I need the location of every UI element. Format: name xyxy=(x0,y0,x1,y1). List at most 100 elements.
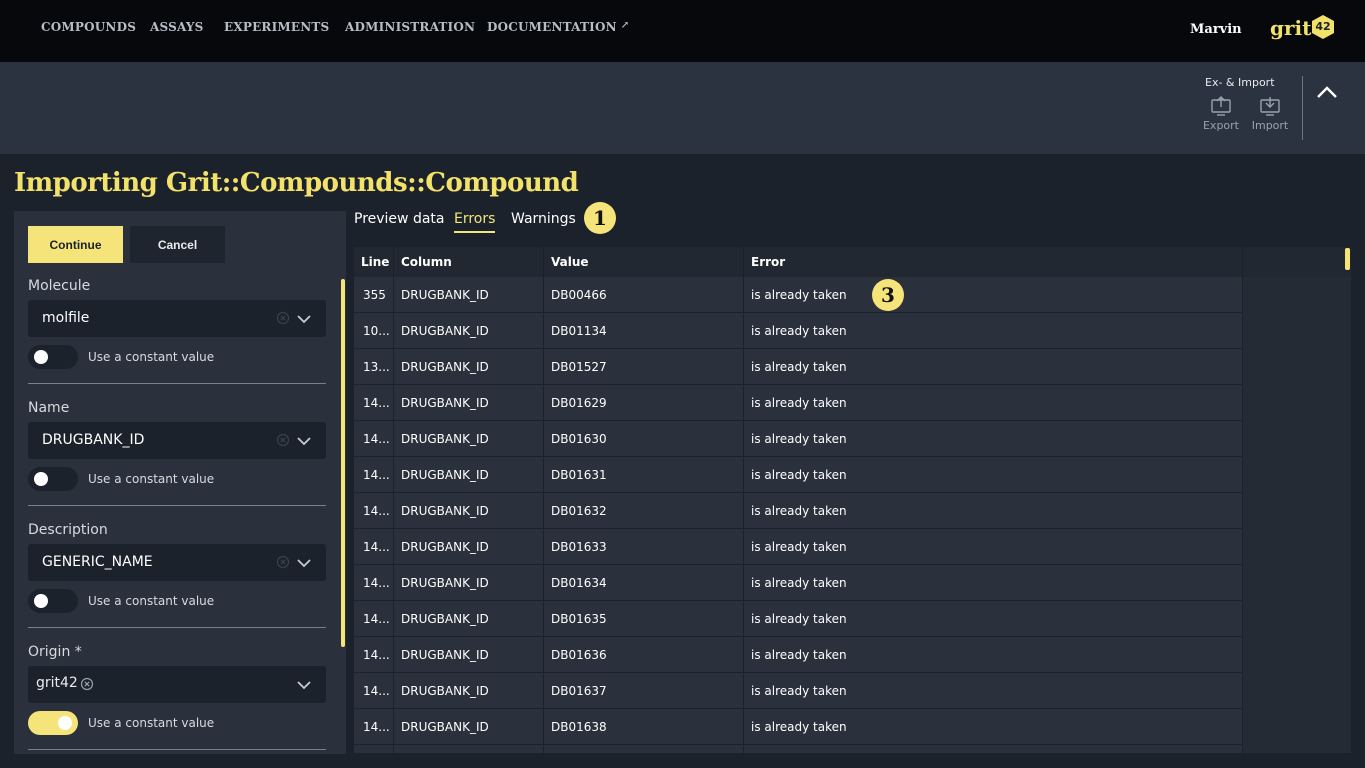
chevron-down-icon[interactable] xyxy=(296,555,312,571)
constant-toggle-origin[interactable] xyxy=(28,711,78,735)
column-divider xyxy=(1242,247,1243,753)
toggle-knob xyxy=(34,350,48,364)
table-row[interactable]: 14... DRUGBANK_ID DB01632 is already taken xyxy=(354,493,1242,529)
cell-column: DRUGBANK_ID xyxy=(401,540,489,554)
table-row[interactable]: 355 DRUGBANK_ID DB00466 is already taken xyxy=(354,277,1242,313)
chevron-down-icon[interactable] xyxy=(296,677,312,693)
select-value: molfile xyxy=(42,310,90,326)
tab-errors[interactable]: Errors xyxy=(454,211,496,233)
table-row[interactable]: 14... DRUGBANK_ID DB01637 is already taken xyxy=(354,673,1242,709)
toggle-knob xyxy=(58,716,72,730)
continue-button[interactable]: Continue xyxy=(28,226,123,263)
nav-compounds[interactable]: COMPOUNDS xyxy=(41,20,136,34)
clear-icon[interactable] xyxy=(276,555,290,569)
export-button[interactable]: Export xyxy=(1199,96,1243,132)
cell-error: is already taken xyxy=(751,468,847,482)
import-label: Import xyxy=(1251,119,1289,132)
table-row[interactable]: 10... DRUGBANK_ID DB01134 is already taken xyxy=(354,313,1242,349)
cell-line: 14... xyxy=(363,504,390,518)
divider xyxy=(28,627,326,628)
field-label-origin: Origin * xyxy=(28,644,82,660)
cell-value: DB01630 xyxy=(551,432,607,446)
cell-value: DB00466 xyxy=(551,288,607,302)
logo-text: grit xyxy=(1270,16,1312,40)
panel-scrollbar[interactable] xyxy=(341,279,345,647)
cell-line: 14... xyxy=(363,468,390,482)
nav-documentation-label: DOCUMENTATION xyxy=(487,20,617,34)
nav-documentation[interactable]: DOCUMENTATION ↗ xyxy=(487,20,629,34)
select-name[interactable]: DRUGBANK_ID xyxy=(28,422,326,459)
tab-preview-data[interactable]: Preview data xyxy=(354,211,444,227)
import-button[interactable]: Import xyxy=(1248,96,1292,132)
divider xyxy=(28,749,326,750)
chevron-down-icon[interactable] xyxy=(296,433,312,449)
origin-chip: grit42 xyxy=(36,675,78,691)
select-origin[interactable]: grit42 xyxy=(28,666,326,703)
column-header-error[interactable]: Error xyxy=(751,255,785,269)
nav-assays[interactable]: ASSAYS xyxy=(150,20,204,34)
cell-column: DRUGBANK_ID xyxy=(401,396,489,410)
cancel-button[interactable]: Cancel xyxy=(130,226,225,263)
cell-value: DB01631 xyxy=(551,468,607,482)
cell-value: DB01637 xyxy=(551,684,607,698)
column-header-column[interactable]: Column xyxy=(401,255,452,269)
chevron-down-icon[interactable] xyxy=(296,311,312,327)
field-label-molecule: Molecule xyxy=(28,278,91,294)
cell-error: is already taken xyxy=(751,720,847,734)
cell-value: DB01527 xyxy=(551,360,607,374)
constant-label: Use a constant value xyxy=(88,472,215,486)
cell-value: DB01635 xyxy=(551,612,607,626)
cell-column: DRUGBANK_ID xyxy=(401,720,489,734)
chevron-up-icon[interactable] xyxy=(1314,80,1340,104)
annotation-badge-1: 1 xyxy=(584,202,616,234)
external-link-icon: ↗ xyxy=(620,20,630,31)
cell-column: DRUGBANK_ID xyxy=(401,324,489,338)
constant-toggle-name[interactable] xyxy=(28,467,78,491)
cell-column: DRUGBANK_ID xyxy=(401,288,489,302)
table-row[interactable]: 14... DRUGBANK_ID DB01636 is already taken xyxy=(354,637,1242,673)
cell-column: DRUGBANK_ID xyxy=(401,432,489,446)
cell-line: 14... xyxy=(363,720,390,734)
cell-error: is already taken xyxy=(751,432,847,446)
remove-chip-icon[interactable] xyxy=(80,677,94,691)
cell-value: DB01633 xyxy=(551,540,607,554)
cell-value: DB01634 xyxy=(551,576,607,590)
cell-error: is already taken xyxy=(751,684,847,698)
select-molecule[interactable]: molfile xyxy=(28,300,326,337)
export-label: Export xyxy=(1202,119,1239,132)
clear-icon[interactable] xyxy=(276,433,290,447)
column-header-value[interactable]: Value xyxy=(551,255,589,269)
table-row[interactable]: 14... DRUGBANK_ID DB01638 is already taken xyxy=(354,709,1242,745)
top-navigation: COMPOUNDS ASSAYS EXPERIMENTS ADMINISTRAT… xyxy=(0,0,1365,62)
export-icon xyxy=(1211,96,1231,116)
table-row[interactable]: 14... DRUGBANK_ID DB01629 is already taken xyxy=(354,385,1242,421)
table-row[interactable]: 14... DRUGBANK_ID DB01634 is already taken xyxy=(354,565,1242,601)
nav-administration[interactable]: ADMINISTRATION xyxy=(345,20,475,34)
cell-column: DRUGBANK_ID xyxy=(401,648,489,662)
cell-error: is already taken xyxy=(751,396,847,410)
cell-value: DB01636 xyxy=(551,648,607,662)
cell-error: is already taken xyxy=(751,504,847,518)
tab-warnings[interactable]: Warnings xyxy=(511,211,576,227)
select-value: DRUGBANK_ID xyxy=(42,432,145,448)
toolbar-group-title: Ex- & Import xyxy=(1205,76,1275,89)
table-row[interactable]: 14... DRUGBANK_ID DB01633 is already taken xyxy=(354,529,1242,565)
field-label-description: Description xyxy=(28,522,108,538)
column-header-line[interactable]: Line xyxy=(361,255,389,269)
user-name[interactable]: Marvin xyxy=(1190,22,1242,37)
table-row[interactable]: 14... DRUGBANK_ID DB01631 is already taken xyxy=(354,457,1242,493)
logo-number: 42 xyxy=(1315,20,1331,33)
table-scrollbar[interactable] xyxy=(1345,248,1350,270)
table-row[interactable]: 14... DRUGBANK_ID DB01635 is already taken xyxy=(354,601,1242,637)
table-row[interactable]: 14... DRUGBANK_ID DB01630 is already taken xyxy=(354,421,1242,457)
constant-label: Use a constant value xyxy=(88,594,215,608)
constant-toggle-molecule[interactable] xyxy=(28,345,78,369)
clear-icon[interactable] xyxy=(276,311,290,325)
cell-error: is already taken xyxy=(751,288,847,302)
select-description[interactable]: GENERIC_NAME xyxy=(28,544,326,581)
table-row[interactable]: 13... DRUGBANK_ID DB01527 is already taken xyxy=(354,349,1242,385)
nav-experiments[interactable]: EXPERIMENTS xyxy=(224,20,329,34)
constant-toggle-description[interactable] xyxy=(28,589,78,613)
cell-line: 13... xyxy=(363,360,390,374)
cell-value: DB01638 xyxy=(551,720,607,734)
